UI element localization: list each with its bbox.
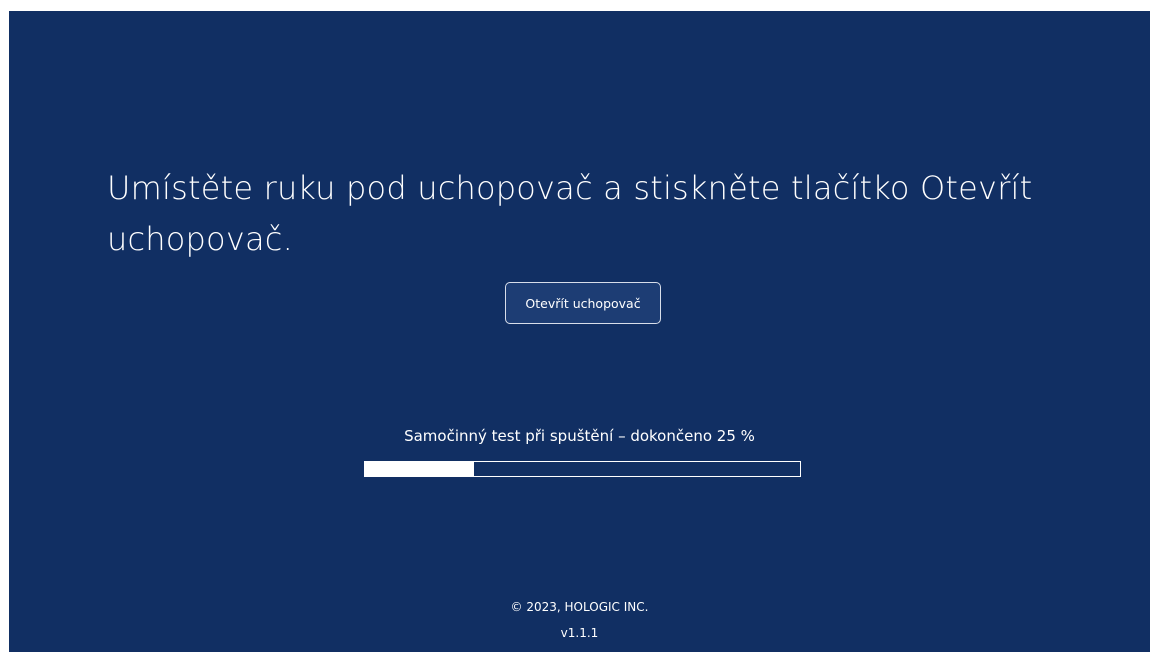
self-test-progress-bar [364, 461, 801, 477]
version-text: v1.1.1 [560, 626, 599, 640]
copyright-text: © 2023, HOLOGIC INC. [510, 600, 649, 614]
startup-screen: Umístěte ruku pod uchopovač a stiskněte … [9, 11, 1150, 652]
self-test-progress-fill [365, 462, 474, 476]
instruction-text: Umístěte ruku pod uchopovač a stiskněte … [107, 169, 1033, 258]
self-test-status-label: Samočinný test při spuštění – dokončeno … [404, 427, 755, 445]
open-gripper-button[interactable]: Otevřít uchopovač [505, 282, 661, 324]
